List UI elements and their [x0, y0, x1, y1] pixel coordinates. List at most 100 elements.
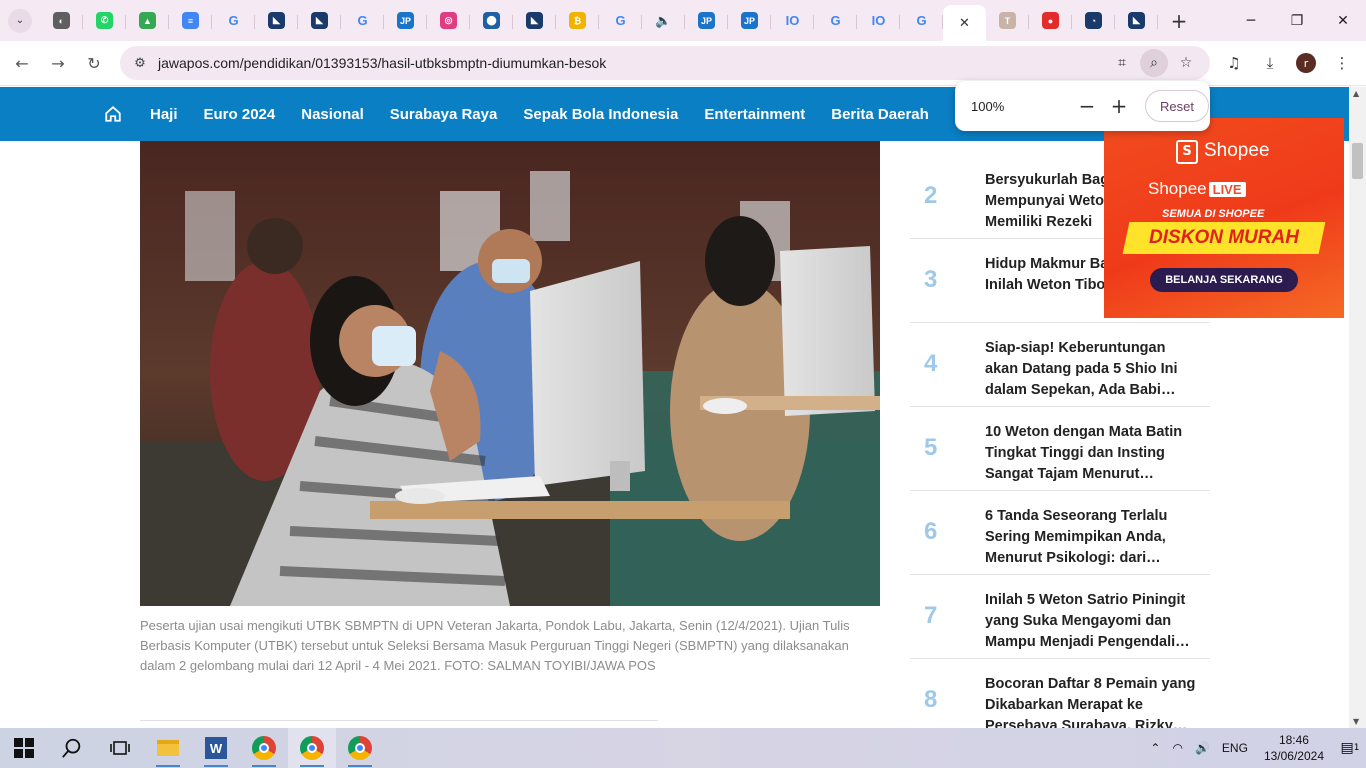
browser-tab[interactable]: ◣ — [1115, 5, 1158, 37]
reload-button[interactable]: ↻ — [76, 45, 112, 81]
browser-tab[interactable]: ◔ — [1072, 5, 1115, 37]
restore-button[interactable]: ❐ — [1274, 0, 1320, 41]
zoom-icon[interactable]: ⌕ — [1140, 49, 1168, 77]
article-photo — [140, 141, 880, 606]
browser-tab[interactable]: ⬤ — [470, 5, 513, 37]
menu-kebab-icon[interactable]: ⋮ — [1326, 47, 1358, 79]
browser-tab[interactable]: ≡ — [169, 5, 212, 37]
popular-item[interactable]: 6 6 Tanda Seseorang Terlalu Sering Memimp… — [910, 491, 1210, 575]
popular-rank: 7 — [924, 602, 938, 629]
browser-tab[interactable]: ● — [1029, 5, 1072, 37]
shopee-ad[interactable]: S Shopee Shopee LIVE SEMUA DI SHOPEE DISK… — [1104, 118, 1344, 318]
browser-tab[interactable]: JP — [384, 5, 427, 37]
translate-icon[interactable]: ⌗ — [1108, 49, 1136, 77]
taskbar-chrome-2[interactable] — [288, 728, 336, 768]
browser-tab[interactable]: G — [814, 5, 857, 37]
browser-tab[interactable]: ◣ — [513, 5, 556, 37]
nav-item[interactable]: Nasional — [301, 106, 364, 123]
forward-button[interactable]: → — [40, 45, 76, 81]
browser-tab[interactable]: ₿ — [556, 5, 599, 37]
zoom-popup: 100% − + Reset — [955, 81, 1210, 131]
arrow-right-icon: → — [51, 53, 65, 73]
browser-toolbar: ♫ ⤓ r ⋮ — [1218, 47, 1358, 79]
browser-tab[interactable]: IO — [771, 5, 814, 37]
profile-avatar[interactable]: r — [1296, 53, 1316, 73]
omnibox[interactable]: ⚙ jawapos.com/pendidikan/01393153/hasil-… — [120, 46, 1210, 80]
close-window-button[interactable]: ✕ — [1320, 0, 1366, 41]
browser-tab[interactable]: ◣ — [298, 5, 341, 37]
close-icon: ✕ — [1337, 12, 1349, 29]
start-button[interactable] — [0, 728, 48, 768]
google-icon: G — [916, 13, 927, 28]
scroll-down-icon[interactable]: ▼ — [1353, 717, 1359, 726]
nav-item[interactable]: Sepak Bola Indonesia — [523, 106, 678, 123]
search-button[interactable] — [48, 728, 96, 768]
browser-tab[interactable]: JP — [685, 5, 728, 37]
close-tab-icon[interactable]: ✕ — [959, 16, 970, 31]
page-scrollbar[interactable]: ▲ ▼ — [1349, 87, 1366, 728]
ad-brand: Shopee — [1204, 140, 1270, 161]
media-control-icon[interactable]: ♫ — [1218, 47, 1250, 79]
volume-icon[interactable]: 🔊 — [1195, 741, 1210, 755]
scroll-up-icon[interactable]: ▲ — [1353, 89, 1359, 98]
minimize-icon: ─ — [1246, 12, 1256, 29]
new-tab-button[interactable]: + — [1164, 6, 1194, 36]
chrome-icon — [300, 736, 324, 760]
browser-tab[interactable]: G — [212, 5, 255, 37]
browser-tab[interactable]: ◐ — [40, 5, 83, 37]
nav-item[interactable]: Surabaya Raya — [390, 106, 498, 123]
browser-tab[interactable]: ◣ — [255, 5, 298, 37]
popular-title[interactable]: Inilah 5 Weton Satrio Piningit yang Suka… — [985, 590, 1200, 653]
browser-tab[interactable]: IO — [857, 5, 900, 37]
popular-item[interactable]: 7 Inilah 5 Weton Satrio Piningit yang Suk… — [910, 575, 1210, 659]
notification-button[interactable]: ▤ 1 — [1334, 728, 1366, 768]
minimize-button[interactable]: ─ — [1228, 0, 1274, 41]
browser-tab[interactable]: JP — [728, 5, 771, 37]
browser-tab[interactable]: ◎ — [427, 5, 470, 37]
browser-tab[interactable]: ▲ — [126, 5, 169, 37]
browser-tab[interactable]: T — [986, 5, 1029, 37]
clock[interactable]: 18:46 13/06/2024 — [1264, 732, 1324, 764]
bookmark-star-icon[interactable]: ☆ — [1172, 49, 1200, 77]
task-view-button[interactable] — [96, 728, 144, 768]
browser-tab[interactable]: ✆ — [83, 5, 126, 37]
popular-title[interactable]: 10 Weton dengan Mata Batin Tingkat Tingg… — [985, 422, 1200, 485]
popular-title[interactable]: 6 Tanda Seseorang Terlalu Sering Memimpi… — [985, 506, 1200, 569]
nav-item[interactable]: Euro 2024 — [204, 106, 276, 123]
taskbar-file-explorer[interactable] — [144, 728, 192, 768]
ad-cta-button[interactable]: BELANJA SEKARANG — [1150, 268, 1298, 292]
jp-icon: JP — [741, 12, 758, 29]
scroll-thumb[interactable] — [1352, 143, 1363, 179]
popular-rank: 3 — [924, 266, 938, 293]
popular-item[interactable]: 8 Bocoran Daftar 8 Pemain yang Dikabarkan… — [910, 659, 1210, 728]
back-button[interactable]: ← — [4, 45, 40, 81]
popular-title[interactable]: Bocoran Daftar 8 Pemain yang Dikabarkan … — [985, 674, 1200, 728]
popular-item[interactable]: 4 Siap-siap! Keberuntungan akan Datang pa… — [910, 323, 1210, 407]
url-text[interactable]: jawapos.com/pendidikan/01393153/hasil-ut… — [158, 55, 606, 71]
wifi-icon[interactable]: ◠ — [1172, 741, 1182, 755]
nav-item[interactable]: Haji — [150, 106, 178, 123]
pink-swirl-icon: ◎ — [440, 12, 457, 29]
popular-title[interactable]: Siap-siap! Keberuntungan akan Datang pad… — [985, 338, 1200, 401]
browser-tab[interactable]: G — [599, 5, 642, 37]
home-icon[interactable] — [102, 103, 124, 125]
browser-tab-active[interactable]: ✕ — [943, 5, 986, 41]
zoom-reset-button[interactable]: Reset — [1145, 90, 1209, 122]
popular-rank: 2 — [924, 182, 938, 209]
popular-item[interactable]: 5 10 Weton dengan Mata Batin Tingkat Ting… — [910, 407, 1210, 491]
nav-item[interactable]: Entertainment — [704, 106, 805, 123]
zoom-out-button[interactable]: − — [1071, 90, 1103, 122]
browser-tab[interactable]: G — [900, 5, 943, 37]
tab-search-button[interactable]: ⌄ — [8, 8, 32, 33]
taskbar-chrome-1[interactable] — [240, 728, 288, 768]
site-info-icon[interactable]: ⚙ — [126, 49, 154, 77]
chevron-up-icon[interactable]: ⌃ — [1150, 741, 1160, 755]
download-icon[interactable]: ⤓ — [1254, 47, 1286, 79]
browser-tab[interactable]: G — [341, 5, 384, 37]
taskbar-word[interactable]: W — [192, 728, 240, 768]
browser-tab[interactable]: 🔈 — [642, 5, 685, 37]
language-indicator[interactable]: ENG — [1222, 741, 1248, 755]
nav-item[interactable]: Berita Daerah — [831, 106, 929, 123]
zoom-in-button[interactable]: + — [1103, 90, 1135, 122]
taskbar-chrome-3[interactable] — [336, 728, 384, 768]
